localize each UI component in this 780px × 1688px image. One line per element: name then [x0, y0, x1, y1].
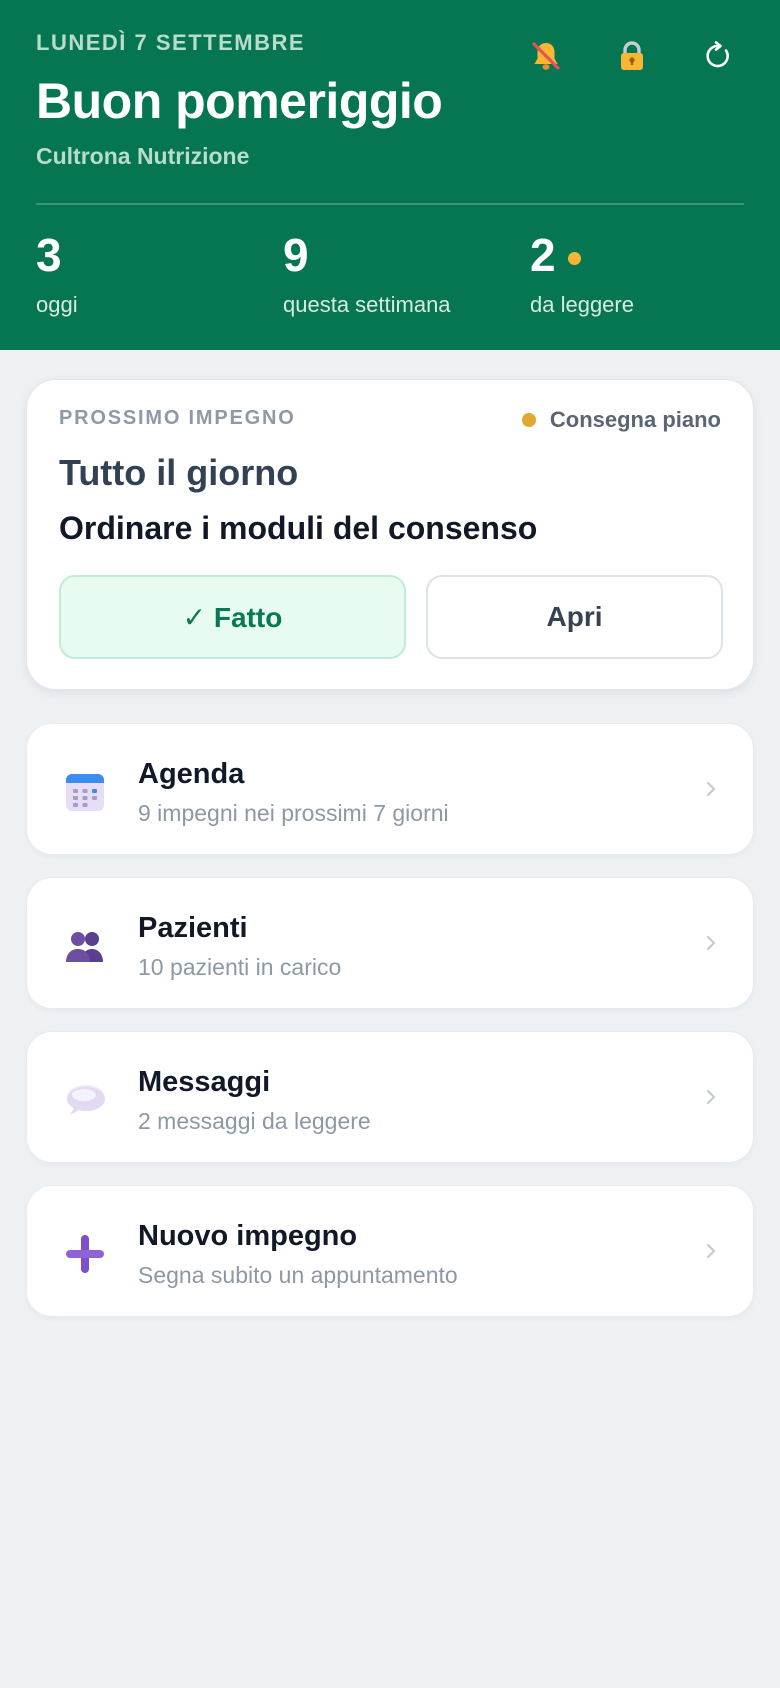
appointment-time: Tutto il giorno [59, 452, 299, 493]
header: LUNEDÌ 7 SETTEMBRE Buon pomeriggio Cultr… [0, 0, 780, 350]
next-appointment-card: PROSSIMO IMPEGNO Consegna piano Tutto il… [26, 379, 754, 690]
calendar-icon [66, 774, 104, 811]
stat-value: 9 [283, 229, 309, 281]
menu-item-agenda[interactable]: Agenda 9 impegni nei prossimi 7 giorni [26, 723, 754, 855]
menu-item-subtitle: 9 impegni nei prossimi 7 giorni [138, 800, 449, 826]
stat-today: 3 oggi [36, 232, 78, 318]
chevron-right-icon [706, 781, 716, 797]
menu-item-subtitle: Segna subito un appuntamento [138, 1262, 458, 1288]
menu-item-title: Nuovo impegno [138, 1220, 358, 1252]
lock-button[interactable] [606, 36, 658, 76]
header-divider [36, 203, 744, 205]
menu-item-title: Pazienti [138, 912, 248, 944]
lock-icon [621, 41, 643, 70]
people-icon [66, 932, 103, 962]
bell-muted-icon [532, 42, 560, 70]
chevron-right-icon [706, 1089, 716, 1105]
menu-item-subtitle: 2 messaggi da leggere [138, 1108, 371, 1134]
speech-bubble-icon [67, 1085, 105, 1115]
menu-item-nuovo-impegno[interactable]: Nuovo impegno Segna subito un appuntamen… [26, 1185, 754, 1317]
mark-done-button[interactable]: ✓ Fatto [59, 575, 406, 659]
open-button[interactable]: Apri [426, 575, 723, 659]
appointment-title: Ordinare i moduli del consenso [59, 510, 538, 546]
menu-item-title: Messaggi [138, 1066, 271, 1098]
notifications-button[interactable] [520, 36, 572, 76]
greeting-title: Buon pomeriggio [36, 73, 443, 129]
header-actions [520, 36, 744, 76]
stat-unread: 2 da leggere [530, 232, 634, 318]
refresh-button[interactable] [692, 36, 744, 76]
menu-item-messaggi[interactable]: Messaggi 2 messaggi da leggere [26, 1031, 754, 1163]
stat-label: questa settimana [283, 292, 451, 317]
appointment-type-text: Consegna piano [549, 407, 721, 432]
chevron-right-icon [706, 935, 716, 951]
stat-label: oggi [36, 292, 78, 317]
studio-name: Cultrona Nutrizione [36, 143, 250, 169]
unread-dot-icon [567, 251, 581, 265]
menu-item-title: Agenda [138, 758, 245, 790]
chevron-right-icon [706, 1243, 716, 1259]
menu-item-pazienti[interactable]: Pazienti 10 pazienti in carico [26, 877, 754, 1009]
stat-label: da leggere [530, 292, 634, 317]
stat-value: 2 [530, 229, 556, 281]
refresh-icon [706, 41, 729, 68]
plus-icon [66, 1235, 104, 1273]
tag-dot-icon [521, 413, 536, 427]
stat-week: 9 questa settimana [283, 232, 451, 318]
stat-value: 3 [36, 229, 62, 281]
menu-item-subtitle: 10 pazienti in carico [138, 954, 342, 980]
appointment-type-tag: Consegna piano [521, 407, 721, 433]
next-appointment-label: PROSSIMO IMPEGNO [59, 407, 296, 429]
date-label: LUNEDÌ 7 SETTEMBRE [36, 30, 306, 55]
